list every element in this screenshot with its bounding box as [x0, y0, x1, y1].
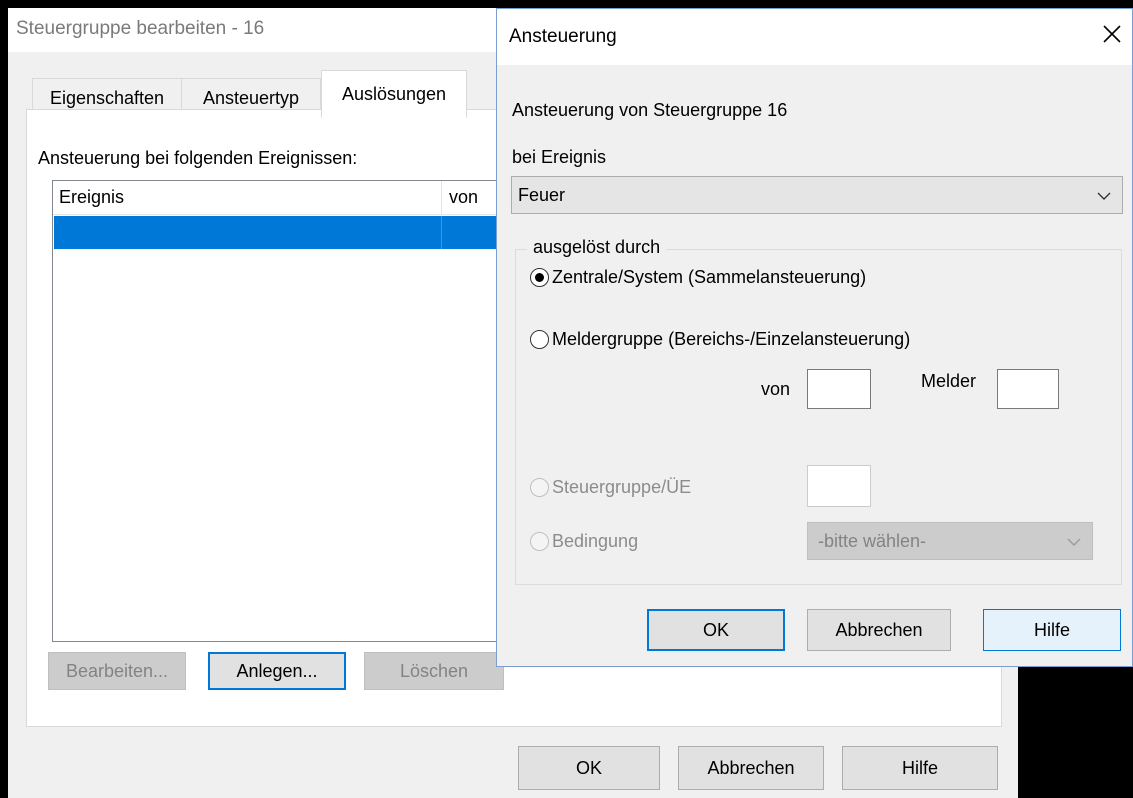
chevron-down-icon	[1067, 538, 1081, 546]
dialog-ok-button[interactable]: OK	[647, 609, 785, 651]
events-list[interactable]: Ereignis von	[52, 180, 512, 642]
list-header: Ereignis von	[53, 181, 511, 215]
steuergruppe-input[interactable]	[807, 465, 871, 507]
radio-label: Meldergruppe (Bereichs-/Einzelansteuerun…	[552, 329, 911, 349]
von-label: von	[761, 379, 791, 399]
ansteuerung-dialog: Ansteuerung Ansteuerung von Steuergruppe…	[496, 8, 1133, 667]
melder-label: Melder	[921, 371, 977, 391]
melder-input[interactable]	[997, 369, 1059, 409]
radio-label: Steuergruppe/ÜE	[552, 477, 692, 497]
event-select-value: Feuer	[518, 185, 566, 205]
event-select[interactable]: Feuer	[511, 176, 1123, 214]
bedingung-select-value: -bitte wählen-	[818, 531, 927, 551]
window-title: Steuergruppe bearbeiten - 16	[16, 18, 265, 39]
events-list-label: Ansteuerung bei folgenden Ereignissen:	[38, 148, 358, 168]
tab-label: Ansteuertyp	[202, 87, 300, 108]
hilfe-button[interactable]: Hilfe	[842, 746, 998, 790]
bedingung-select[interactable]: -bitte wählen-	[807, 522, 1093, 560]
chevron-down-icon	[1097, 192, 1111, 200]
radio-disabled-icon	[530, 532, 549, 551]
radio-bedingung[interactable]: Bedingung	[530, 531, 638, 552]
bearbeiten-button[interactable]: Bearbeiten...	[48, 652, 186, 690]
radio-meldergruppe[interactable]: Meldergruppe (Bereichs-/Einzelansteuerun…	[530, 329, 910, 350]
radio-zentrale[interactable]: Zentrale/System (Sammelansteuerung)	[530, 267, 866, 288]
radio-unchecked-icon	[530, 330, 549, 349]
dialog-abbrechen-button[interactable]: Abbrechen	[807, 609, 951, 651]
dialog-title: Ansteuerung	[509, 26, 617, 47]
von-input[interactable]	[807, 369, 871, 409]
radio-label: Zentrale/System (Sammelansteuerung)	[552, 267, 867, 287]
event-label: bei Ereignis	[512, 147, 607, 167]
tab-label: Auslösungen	[341, 83, 447, 104]
radio-steuergruppe[interactable]: Steuergruppe/ÜE	[530, 477, 691, 498]
ok-button[interactable]: OK	[518, 746, 660, 790]
column-header-von[interactable]: von	[449, 187, 478, 208]
dialog-titlebar: Ansteuerung	[497, 9, 1132, 65]
radio-checked-icon	[530, 268, 549, 287]
radio-label: Bedingung	[552, 531, 639, 551]
dialog-heading: Ansteuerung von Steuergruppe 16	[512, 100, 788, 120]
close-icon[interactable]	[1099, 21, 1125, 47]
row-column-separator	[441, 216, 442, 249]
dialog-hilfe-button[interactable]: Hilfe	[983, 609, 1121, 651]
abbrechen-button[interactable]: Abbrechen	[678, 746, 824, 790]
loeschen-button[interactable]: Löschen	[364, 652, 504, 690]
groupbox-legend: ausgelöst durch	[527, 237, 667, 258]
column-separator[interactable]	[441, 181, 442, 215]
column-header-ereignis[interactable]: Ereignis	[59, 187, 124, 208]
tab-label: Eigenschaften	[49, 87, 165, 108]
anlegen-button[interactable]: Anlegen...	[208, 652, 346, 690]
radio-disabled-icon	[530, 478, 549, 497]
tab-auslosungen[interactable]: Auslösungen	[321, 70, 467, 118]
